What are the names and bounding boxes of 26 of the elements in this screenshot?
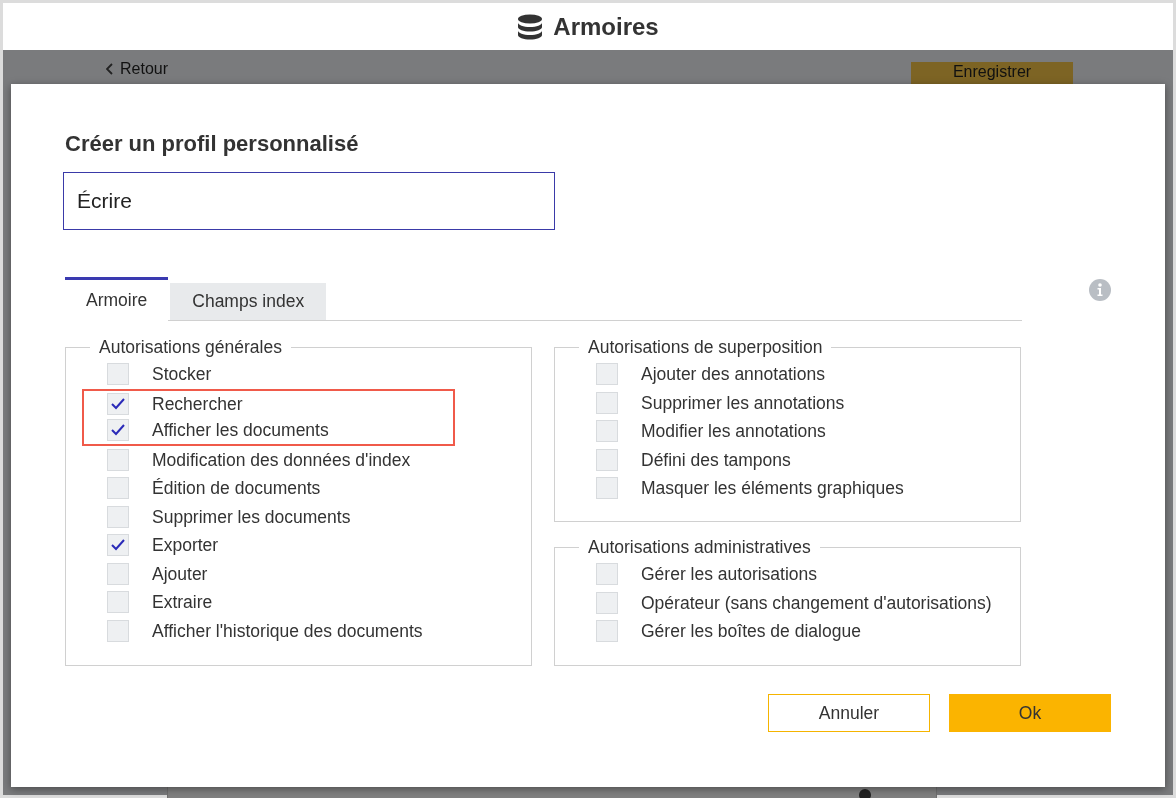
checkbox-label: Supprimer les documents (152, 505, 351, 529)
checkbox-label: Ajouter des annotations (641, 363, 825, 387)
checkbox-label: Stocker (152, 363, 212, 387)
dialog-button[interactable]: Ok (949, 694, 1111, 732)
checkbox-label: Exporter (152, 534, 219, 558)
checkbox-label: Masquer les éléments graphiques (641, 477, 904, 501)
checkbox-label: Modifier les annotations (641, 420, 826, 444)
back-link[interactable]: Retour (106, 60, 169, 78)
checkbox-label: Édition de documents (152, 477, 321, 501)
checkbox-label: Supprimer les annotations (641, 391, 845, 415)
dialog-title: Créer un profil personnalisé (65, 130, 360, 158)
profile-name-field[interactable]: Écrire (63, 172, 555, 230)
tab[interactable]: Champs index (170, 283, 327, 320)
checkbox-label: Ajouter (152, 562, 208, 586)
tab[interactable]: Armoire (65, 277, 169, 321)
checkbox-label: Afficher l'historique des documents (152, 619, 423, 643)
checkbox-label: Gérer les autorisations (641, 563, 818, 587)
checkbox-label: Rechercher (152, 392, 243, 416)
checkbox-label: Gérer les boîtes de dialogue (641, 620, 861, 644)
page-title: Armoires (553, 11, 659, 42)
checkbox-label: Afficher les documents (152, 419, 329, 443)
checkbox-label: Défini des tampons (641, 448, 791, 472)
checkbox-label: Opérateur (sans changement d'autorisations) (641, 591, 992, 615)
dialog-button[interactable]: Annuler (768, 694, 930, 732)
checkbox-label: Modification des données d'index (152, 448, 411, 472)
checkbox-label: Extraire (152, 591, 213, 615)
